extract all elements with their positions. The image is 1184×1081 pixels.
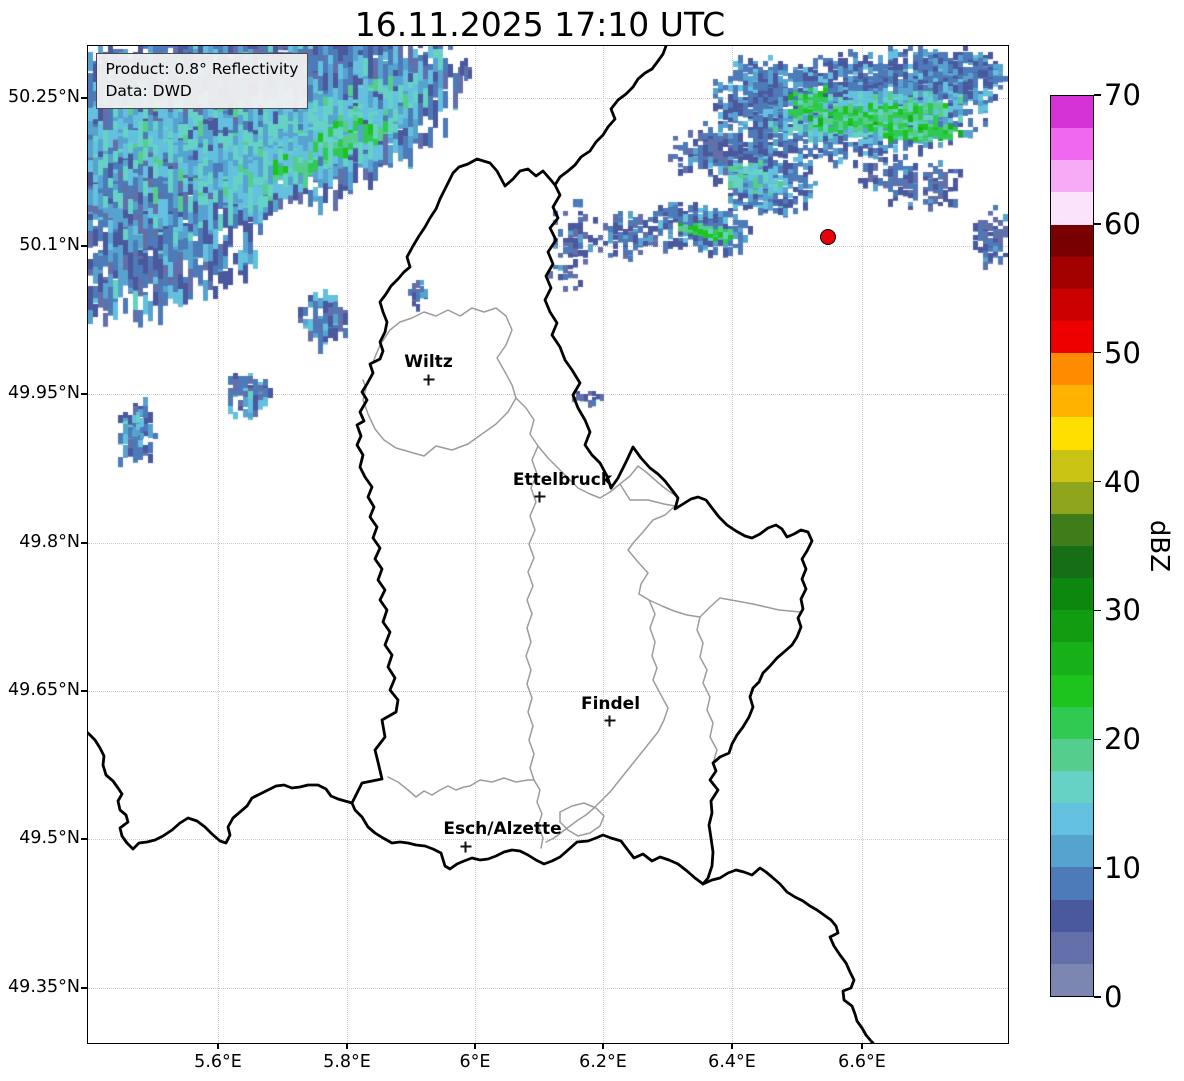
product-info-box: Product: 0.8° Reflectivity Data: DWD bbox=[95, 52, 309, 109]
y-tick-mark bbox=[80, 245, 87, 247]
colorbar bbox=[1050, 95, 1094, 997]
colorbar-tick-mark bbox=[1094, 996, 1101, 998]
city-label: Findel bbox=[580, 693, 641, 714]
border-layer bbox=[87, 45, 874, 1043]
colorbar-segment bbox=[1051, 256, 1093, 289]
district-border bbox=[695, 615, 718, 764]
y-tick-label: 49.8°N bbox=[19, 532, 80, 552]
colorbar-segment bbox=[1051, 577, 1093, 611]
x-tick-label: 6.4°E bbox=[708, 1052, 756, 1072]
colorbar-segment bbox=[1051, 352, 1093, 386]
colorbar-segment bbox=[1051, 159, 1093, 193]
colorbar-segment bbox=[1051, 609, 1093, 643]
radar-map-page: 16.11.2025 17:10 UTC Wiltz Ettelbruck Find… bbox=[0, 0, 1184, 1081]
x-tick-mark bbox=[346, 1043, 348, 1049]
colorbar-tick-label: 40 bbox=[1104, 464, 1141, 499]
colorbar-axis-label: dBZ bbox=[1144, 519, 1174, 573]
colorbar-segment bbox=[1051, 931, 1093, 964]
y-tick-label: 50.1°N bbox=[19, 235, 80, 255]
colorbar-tick-label: 10 bbox=[1104, 851, 1141, 886]
page-title: 16.11.2025 17:10 UTC bbox=[354, 5, 726, 44]
y-tick-label: 49.65°N bbox=[8, 680, 80, 700]
y-tick-label: 49.5°N bbox=[19, 828, 80, 848]
map-panel: Wiltz Ettelbruck Findel Esch/Alzette Produc… bbox=[86, 44, 1009, 1044]
y-tick-label: 50.25°N bbox=[8, 87, 80, 107]
colorbar-tick-mark bbox=[1094, 867, 1101, 869]
city-label: Ettelbruck bbox=[512, 469, 613, 490]
district-border bbox=[386, 775, 535, 798]
colorbar-segment bbox=[1051, 192, 1093, 225]
x-tick-mark bbox=[217, 1043, 219, 1049]
colorbar-tick-label: 50 bbox=[1104, 335, 1141, 370]
colorbar-segment bbox=[1051, 706, 1093, 739]
country-border bbox=[701, 866, 874, 1043]
y-tick-label: 49.35°N bbox=[8, 977, 80, 997]
colorbar-segment bbox=[1051, 384, 1093, 418]
country-border bbox=[553, 45, 667, 186]
colorbar-tick-label: 20 bbox=[1104, 722, 1141, 757]
colorbar-segment bbox=[1051, 127, 1093, 161]
colorbar-tick-label: 70 bbox=[1104, 78, 1141, 112]
country-border bbox=[350, 157, 813, 885]
y-tick-mark bbox=[80, 542, 87, 544]
colorbar-segment bbox=[1051, 449, 1093, 482]
x-tick-label: 5.6°E bbox=[194, 1052, 242, 1072]
radar-site-marker bbox=[819, 228, 836, 245]
colorbar-segment bbox=[1051, 770, 1093, 804]
colorbar-segment bbox=[1051, 642, 1093, 675]
colorbar-tick-mark bbox=[1094, 480, 1101, 483]
y-tick-mark bbox=[80, 690, 87, 692]
y-tick-mark bbox=[80, 393, 87, 395]
colorbar-segment bbox=[1051, 320, 1093, 354]
colorbar-segment bbox=[1051, 674, 1093, 707]
colorbar-segment bbox=[1051, 288, 1093, 321]
x-tick-mark bbox=[474, 1043, 476, 1049]
city-plus-marker bbox=[604, 715, 615, 726]
colorbar-tick-mark bbox=[1094, 738, 1101, 740]
colorbar-segment bbox=[1051, 867, 1093, 900]
colorbar-tick-mark bbox=[1094, 223, 1101, 225]
x-tick-mark bbox=[602, 1043, 604, 1049]
colorbar-tick-mark bbox=[1094, 352, 1101, 354]
x-tick-label: 6.6°E bbox=[838, 1052, 886, 1072]
x-tick-label: 5.8°E bbox=[323, 1052, 371, 1072]
y-tick-mark bbox=[80, 987, 87, 989]
colorbar-segment bbox=[1051, 224, 1093, 257]
product-line: Product: 0.8° Reflectivity bbox=[105, 59, 299, 78]
colorbar-segment bbox=[1051, 545, 1093, 579]
y-tick-label: 49.95°N bbox=[8, 383, 80, 403]
data-source-line: Data: DWD bbox=[105, 81, 192, 100]
x-tick-mark bbox=[861, 1043, 863, 1049]
country-border bbox=[87, 731, 353, 850]
colorbar-segment bbox=[1051, 95, 1093, 129]
y-tick-mark bbox=[80, 838, 87, 840]
x-tick-label: 6°E bbox=[459, 1052, 491, 1072]
colorbar-segment bbox=[1051, 738, 1093, 771]
city-plus-marker bbox=[534, 491, 545, 502]
colorbar-tick-label: 0 bbox=[1104, 980, 1123, 1014]
city-label: Wiltz bbox=[404, 351, 453, 372]
x-tick-label: 6.2°E bbox=[579, 1052, 627, 1072]
colorbar-segment bbox=[1051, 417, 1093, 450]
colorbar-segment bbox=[1051, 834, 1093, 868]
city-plus-marker bbox=[460, 841, 471, 852]
colorbar-segment bbox=[1051, 899, 1093, 932]
colorbar-segment bbox=[1051, 481, 1093, 514]
city-plus-marker bbox=[423, 374, 434, 385]
colorbar-tick-label: 60 bbox=[1104, 206, 1141, 241]
y-tick-mark bbox=[80, 97, 87, 99]
colorbar-segment bbox=[1051, 802, 1093, 836]
city-label: Esch/Alzette bbox=[443, 818, 562, 839]
colorbar-tick-mark bbox=[1094, 609, 1101, 612]
colorbar-tick-label: 30 bbox=[1104, 593, 1141, 628]
colorbar-tick-mark bbox=[1094, 94, 1101, 96]
district-border bbox=[558, 801, 605, 837]
x-tick-mark bbox=[731, 1043, 733, 1049]
colorbar-segment bbox=[1051, 963, 1093, 996]
colorbar-segment bbox=[1051, 513, 1093, 546]
